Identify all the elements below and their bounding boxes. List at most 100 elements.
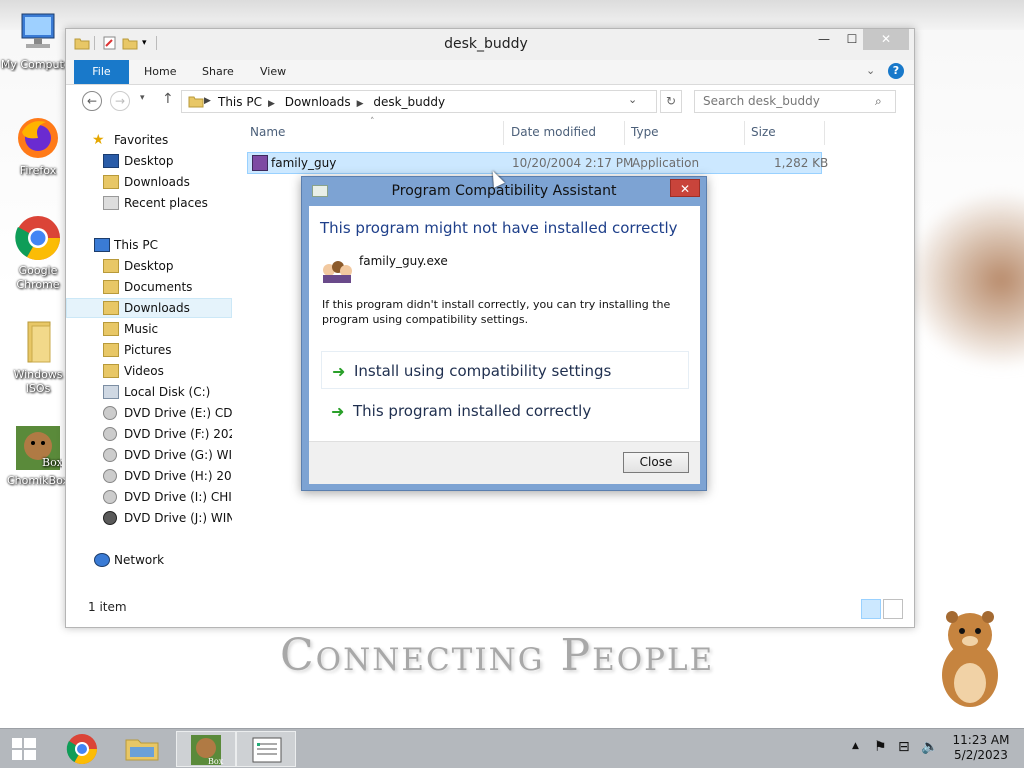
breadcrumb-this-pc[interactable]: This PC bbox=[218, 95, 262, 109]
music-folder-icon bbox=[103, 322, 119, 336]
application-icon bbox=[252, 155, 268, 171]
expand-ribbon-icon[interactable]: ⌄ bbox=[866, 64, 875, 77]
downloads-folder-icon bbox=[103, 175, 119, 189]
chevron-right-icon: ▶ bbox=[267, 99, 275, 109]
up-button[interactable]: ↑ bbox=[162, 91, 174, 107]
wallpaper-top-band bbox=[0, 0, 1024, 30]
forward-button[interactable]: → bbox=[110, 91, 130, 111]
installed-correctly-option[interactable]: ➜ This program installed correctly bbox=[321, 392, 689, 430]
folder-icon bbox=[188, 94, 204, 111]
folder-icon bbox=[103, 259, 119, 273]
dialog-close-x-button[interactable]: ✕ bbox=[670, 179, 700, 197]
network-tray-icon[interactable]: ⊟ bbox=[898, 739, 910, 755]
tab-home[interactable]: Home bbox=[132, 60, 188, 84]
tab-share[interactable]: Share bbox=[190, 60, 246, 84]
folder-icon bbox=[103, 301, 119, 315]
install-compat-option[interactable]: ➜ Install using compatibility settings bbox=[321, 351, 689, 389]
nav-item-dvd-j[interactable]: DVD Drive (J:) WIN_9 bbox=[66, 508, 232, 528]
search-icon[interactable]: ⌕ bbox=[875, 94, 882, 109]
breadcrumb: ▶ This PC ▶ Downloads ▶ desk_buddy bbox=[204, 95, 451, 109]
nav-item-pictures[interactable]: Pictures bbox=[66, 340, 232, 360]
nav-this-pc[interactable]: This PC bbox=[66, 235, 232, 255]
window-title: desk_buddy bbox=[444, 36, 528, 52]
wallpaper-blur bbox=[905, 190, 1024, 370]
divider bbox=[503, 121, 504, 145]
taskbar: Box ▲ ⚑ ⊟ 🔈 11:23 AM 5/2/2023 bbox=[0, 728, 1024, 768]
search-input[interactable] bbox=[703, 94, 868, 108]
nav-item-desktop[interactable]: Desktop bbox=[66, 256, 232, 276]
divider bbox=[744, 121, 745, 145]
close-button[interactable]: Close bbox=[623, 452, 689, 473]
navigation-pane: ★ Favorites Desktop Downloads Recent pla… bbox=[66, 121, 232, 607]
nav-item-music[interactable]: Music bbox=[66, 319, 232, 339]
tab-view[interactable]: View bbox=[248, 60, 298, 84]
nav-item-local-disk[interactable]: Local Disk (C:) bbox=[66, 382, 232, 402]
close-button[interactable]: ✕ bbox=[863, 29, 909, 50]
recent-locations-icon[interactable]: ▾ bbox=[140, 93, 145, 103]
tab-file[interactable]: File bbox=[74, 60, 129, 84]
svg-text:Box: Box bbox=[42, 456, 62, 469]
firefox-icon bbox=[14, 114, 62, 162]
system-clock[interactable]: 11:23 AM 5/2/2023 bbox=[948, 733, 1014, 763]
large-icons-view-button[interactable] bbox=[883, 599, 903, 619]
nav-favorites[interactable]: ★ Favorites bbox=[66, 130, 232, 150]
clock-date: 5/2/2023 bbox=[954, 748, 1008, 762]
folder-icon bbox=[14, 318, 62, 366]
svg-text:Box: Box bbox=[208, 757, 224, 766]
breadcrumb-downloads[interactable]: Downloads bbox=[285, 95, 351, 109]
computer-icon bbox=[14, 8, 62, 56]
network-icon bbox=[94, 553, 110, 567]
column-header-size[interactable]: Size bbox=[751, 125, 776, 139]
nav-item-downloads[interactable]: Downloads bbox=[66, 172, 232, 192]
refresh-button[interactable]: ↻ bbox=[660, 90, 682, 113]
taskbar-notepad[interactable] bbox=[236, 731, 296, 767]
chomikbox-icon: Box bbox=[191, 735, 224, 766]
nav-item-dvd-h[interactable]: DVD Drive (H:) 20200 bbox=[66, 466, 232, 486]
help-icon[interactable]: ? bbox=[888, 63, 904, 79]
nav-item-dvd-f[interactable]: DVD Drive (F:) 20200 bbox=[66, 424, 232, 444]
back-button[interactable]: ← bbox=[82, 91, 102, 111]
green-arrow-icon: ➜ bbox=[331, 402, 345, 421]
address-bar[interactable]: ▶ This PC ▶ Downloads ▶ desk_buddy ⌄ bbox=[181, 90, 657, 113]
breadcrumb-desk-buddy[interactable]: desk_buddy bbox=[373, 95, 445, 109]
videos-folder-icon bbox=[103, 364, 119, 378]
divider bbox=[824, 121, 825, 145]
taskbar-chomikbox[interactable]: Box bbox=[176, 731, 236, 767]
ribbon-tabs: File Home Share View ⌄ ? bbox=[66, 60, 914, 85]
nav-item-videos[interactable]: Videos bbox=[66, 361, 232, 381]
action-center-flag-icon[interactable]: ⚑ bbox=[874, 739, 887, 755]
search-box[interactable]: ⌕ bbox=[694, 90, 896, 113]
nav-item-documents[interactable]: Documents bbox=[66, 277, 232, 297]
family-guy-icon bbox=[321, 258, 353, 284]
volume-muted-icon[interactable]: 🔈 bbox=[921, 739, 938, 755]
column-header-date[interactable]: Date modified bbox=[511, 125, 596, 139]
file-explorer-icon bbox=[125, 739, 159, 761]
dvd-icon bbox=[103, 427, 117, 441]
column-header-name[interactable]: Name bbox=[250, 125, 285, 139]
drive-icon bbox=[103, 385, 119, 399]
address-dropdown-icon[interactable]: ⌄ bbox=[628, 93, 637, 106]
minimize-button[interactable]: — bbox=[809, 29, 839, 50]
nav-item-downloads-selected[interactable]: Downloads bbox=[66, 298, 232, 318]
compatibility-dialog: Program Compatibility Assistant ✕ This p… bbox=[301, 176, 707, 491]
details-view-button[interactable] bbox=[861, 599, 881, 619]
file-row[interactable]: family_guy 10/20/2004 2:17 PM Applicatio… bbox=[247, 152, 828, 174]
nav-item-dvd-i[interactable]: DVD Drive (I:) CHICA bbox=[66, 487, 232, 507]
taskbar-file-explorer[interactable] bbox=[112, 731, 172, 767]
hamster-mascot bbox=[930, 605, 1010, 710]
chrome-icon bbox=[14, 214, 62, 262]
green-arrow-icon: ➜ bbox=[332, 362, 346, 381]
nav-item-dvd-g[interactable]: DVD Drive (G:) WIN3 bbox=[66, 445, 232, 465]
show-hidden-icons[interactable]: ▲ bbox=[852, 741, 859, 751]
dvd-icon bbox=[103, 511, 117, 525]
nav-item-desktop[interactable]: Desktop bbox=[66, 151, 232, 171]
taskbar-chrome[interactable] bbox=[52, 731, 112, 767]
nav-item-dvd-e[interactable]: DVD Drive (E:) CDROM bbox=[66, 403, 232, 423]
explorer-titlebar[interactable]: ▾ desk_buddy — ☐ ✕ bbox=[66, 29, 914, 60]
program-name: family_guy.exe bbox=[359, 254, 448, 268]
nav-network[interactable]: Network bbox=[66, 550, 232, 570]
nav-item-recent-places[interactable]: Recent places bbox=[66, 193, 232, 213]
dvd-icon bbox=[103, 469, 117, 483]
column-header-type[interactable]: Type bbox=[631, 125, 659, 139]
start-button[interactable] bbox=[0, 731, 48, 767]
